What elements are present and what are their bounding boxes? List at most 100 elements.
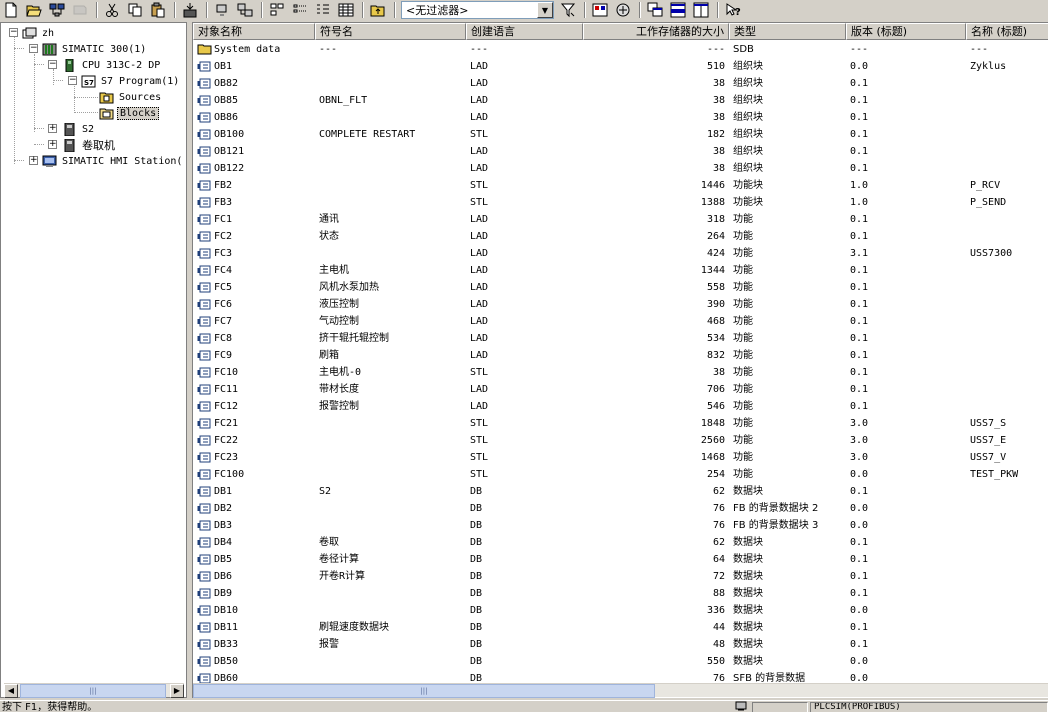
accessible-nodes-icon[interactable] [48,1,66,19]
scroll-thumb[interactable]: ||| [20,684,166,698]
column-header[interactable]: 符号名 [315,23,466,40]
tree-item-sources[interactable]: Sources [98,89,163,105]
up-one-level-icon[interactable] [369,1,387,19]
column-header[interactable]: 类型 [729,23,846,40]
memory-card-icon[interactable] [71,1,89,19]
table-row[interactable]: FC7 气动控制 LAD 468 功能 0.1 [193,313,1048,330]
version-cell: 0.0 [850,520,869,531]
table-row[interactable]: OB85 OBNL_FLT LAD 38 组织块 0.1 [193,92,1048,109]
table-row[interactable]: DB2 DB 76 FB 的背景数据块 2 0.0 [193,500,1048,517]
split-icon[interactable] [669,1,687,19]
table-row[interactable]: FC5 风机水泵加热 LAD 558 功能 0.1 [193,279,1048,296]
table-row[interactable]: FC100 STL 254 功能 0.0 TEST_PKW [193,466,1048,483]
table-row[interactable]: DB33 报警 DB 48 数据块 0.1 [193,636,1048,653]
table-row[interactable]: FC22 STL 2560 功能 3.0 USS7_E [193,432,1048,449]
table-row[interactable]: FC2 状态 LAD 264 功能 0.1 [193,228,1048,245]
table-row[interactable]: OB82 LAD 38 组织块 0.1 [193,75,1048,92]
table-row[interactable]: DB1 S2 DB 62 数据块 0.1 [193,483,1048,500]
table-row[interactable]: System data --- --- --- SDB --- --- [193,41,1048,58]
table-row[interactable]: FB2 STL 1446 功能块 1.0 P_RCV [193,177,1048,194]
type-cell: 功能 [733,418,753,429]
tree-hscrollbar[interactable]: ◀ ||| ▶ [4,683,184,698]
tree-item-project[interactable]: zh [21,25,56,41]
object-name-cell: FC9 [193,347,315,364]
table-row[interactable]: DB3 DB 76 FB 的背景数据块 3 0.0 [193,517,1048,534]
chevron-down-icon[interactable]: ▼ [537,2,553,18]
table-row[interactable]: OB1 LAD 510 组织块 0.0 Zyklus [193,58,1048,75]
table-row[interactable]: DB4 卷取 DB 62 数据块 0.1 [193,534,1048,551]
table-row[interactable]: FC3 LAD 424 功能 3.1 USS7300 [193,245,1048,262]
table-row[interactable]: FB3 STL 1388 功能块 1.0 P_SEND [193,194,1048,211]
table-row[interactable]: FC8 挤干辊托辊控制 LAD 534 功能 0.1 [193,330,1048,347]
tree-item-hmi-station[interactable]: SIMATIC HMI Station( [41,153,184,169]
type-cell: 功能块 [733,197,763,208]
filter-dropdown[interactable]: <无过滤器> ▼ [401,1,554,19]
open-icon[interactable] [25,1,43,19]
collapse-icon[interactable]: − [48,60,57,69]
scroll-left-icon[interactable]: ◀ [4,684,18,698]
tree-item-reel[interactable]: 卷取机 [61,137,117,153]
column-header[interactable]: 版本 (标题) [846,23,966,40]
symbol-cell: 刷辊速度数据块 [319,622,389,633]
table-row[interactable]: FC12 报警控制 LAD 546 功能 0.1 [193,398,1048,415]
copy-icon[interactable] [126,1,144,19]
collapse-icon[interactable]: − [9,28,18,37]
type-cell: 功能 [733,333,753,344]
download-icon[interactable] [181,1,199,19]
column-header[interactable]: 创建语言 [466,23,583,40]
table-row[interactable]: FC23 STL 1468 功能 3.0 USS7_V [193,449,1048,466]
table-row[interactable]: FC11 带材长度 LAD 706 功能 0.1 [193,381,1048,398]
table-row[interactable]: DB9 DB 88 数据块 0.1 [193,585,1048,602]
collapse-icon[interactable]: − [68,76,77,85]
table-row[interactable]: DB50 DB 550 数据块 0.0 [193,653,1048,670]
netpro-icon[interactable] [614,1,632,19]
details-view-icon[interactable] [337,1,355,19]
table-row[interactable]: OB100 COMPLETE RESTART STL 182 组织块 0.1 [193,126,1048,143]
column-header[interactable]: 名称 (标题) [966,23,1048,40]
small-icons-icon[interactable] [291,1,309,19]
filter-settings-icon[interactable] [559,1,577,19]
expand-icon[interactable]: + [48,124,57,133]
simulation-icon[interactable] [591,1,609,19]
paste-icon[interactable] [149,1,167,19]
table-row[interactable]: FC6 液压控制 LAD 390 功能 0.1 [193,296,1048,313]
large-icons-icon[interactable] [268,1,286,19]
cut-icon[interactable] [103,1,121,19]
table-row[interactable]: DB5 卷径计算 DB 64 数据块 0.1 [193,551,1048,568]
expand-icon[interactable]: + [29,156,38,165]
column-header[interactable]: 工作存储器的大小 [583,23,729,40]
object-name: FB2 [214,180,233,191]
scroll-thumb[interactable]: ||| [193,684,655,698]
single-window-icon[interactable] [692,1,710,19]
table-row[interactable]: FC4 主电机 LAD 1344 功能 0.1 [193,262,1048,279]
block-icon [197,367,212,378]
column-header[interactable]: 对象名称 [193,23,315,40]
scroll-right-icon[interactable]: ▶ [170,684,184,698]
tree-item-s2[interactable]: S2 [61,121,96,137]
size-cell: 38 [712,112,725,123]
table-row[interactable]: OB122 LAD 38 组织块 0.1 [193,160,1048,177]
tree-item-station[interactable]: SIMATIC 300(1) [41,41,148,57]
offline-icon[interactable] [236,1,254,19]
table-row[interactable]: OB121 LAD 38 组织块 0.1 [193,143,1048,160]
table-row[interactable]: DB6 开卷R计算 DB 72 数据块 0.1 [193,568,1048,585]
table-row[interactable]: FC10 主电机-0 STL 38 功能 0.1 [193,364,1048,381]
table-row[interactable]: FC9 刷箱 LAD 832 功能 0.1 [193,347,1048,364]
new-icon[interactable] [2,1,20,19]
tree-item-s7-program[interactable]: S7 S7 Program(1) [80,73,181,89]
table-row[interactable]: DB11 刷辊速度数据块 DB 44 数据块 0.1 [193,619,1048,636]
table-row[interactable]: FC1 通讯 LAD 318 功能 0.1 [193,211,1048,228]
list-view-icon[interactable] [314,1,332,19]
online-icon[interactable] [213,1,231,19]
version-cell: 0.1 [850,367,869,378]
tree-item-cpu[interactable]: CPU 313C-2 DP [61,57,162,73]
collapse-icon[interactable]: − [29,44,38,53]
tile-icon[interactable] [646,1,664,19]
whats-this-help-icon[interactable]: ? [724,1,742,19]
tree-item-blocks[interactable]: Blocks [98,105,160,121]
table-row[interactable]: OB86 LAD 38 组织块 0.1 [193,109,1048,126]
table-row[interactable]: FC21 STL 1848 功能 3.0 USS7_S [193,415,1048,432]
table-row[interactable]: DB10 DB 336 数据块 0.0 [193,602,1048,619]
expand-icon[interactable]: + [48,140,57,149]
list-hscrollbar[interactable]: ||| [193,683,1048,698]
